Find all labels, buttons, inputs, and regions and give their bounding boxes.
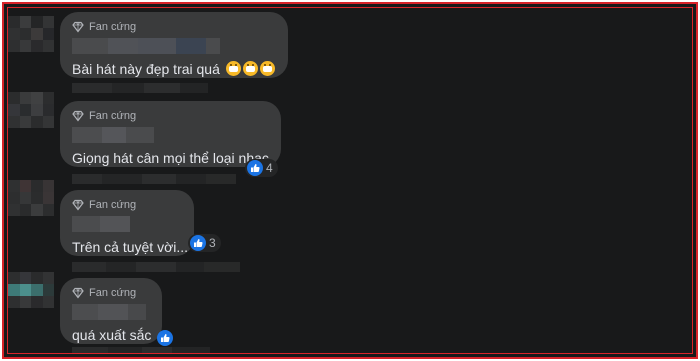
fan-badge: Fan cứng (72, 198, 182, 212)
fan-badge: Fan cứng (72, 109, 269, 123)
commenter-name[interactable] (72, 127, 269, 143)
diamond-icon (72, 199, 84, 211)
avatar[interactable] (8, 16, 54, 52)
comment-actions[interactable] (72, 83, 208, 93)
fan-badge: Fan cứng (72, 20, 276, 34)
comment-text-content: quá xuất sắc (72, 327, 152, 343)
diamond-icon (72, 110, 84, 122)
commenter-name[interactable] (72, 304, 150, 320)
fan-badge-label: Fan cứng (89, 110, 137, 122)
face-with-hand-over-mouth-emoji-icon (225, 61, 241, 76)
fan-badge: Fan cứng (72, 286, 150, 300)
comment-bubble: Fan cứng Trên cả tuyệt vời... (60, 190, 194, 256)
avatar[interactable] (8, 92, 54, 128)
comment-bubble: Fan cứng quá xuất sắc (60, 278, 174, 346)
comment-text: Trên cả tuyệt vời... (72, 238, 188, 256)
screenshot-frame: Fan cứng Bài hát này đẹp trai quá Fan cứ… (2, 2, 698, 359)
fan-badge-label: Fan cứng (89, 199, 137, 211)
diamond-icon (72, 287, 84, 299)
comments-panel: Fan cứng Bài hát này đẹp trai quá Fan cứ… (7, 7, 693, 354)
comment-bubble: Fan cứng Giọng hát cân mọi thể loại nhạc (60, 101, 281, 167)
comment-actions[interactable] (72, 262, 240, 272)
face-with-hand-over-mouth-emoji-icon (259, 61, 275, 76)
avatar[interactable] (8, 180, 54, 216)
like-icon (247, 160, 263, 176)
comment-text-content: Bài hát này đẹp trai quá (72, 61, 220, 77)
reaction-count: 4 (266, 161, 273, 175)
comment-actions[interactable] (72, 347, 210, 353)
fan-badge-label: Fan cứng (89, 21, 137, 33)
comment-text: quá xuất sắc (72, 326, 174, 346)
like-icon (190, 235, 206, 251)
comment-text-content: Giọng hát cân mọi thể loại nhạc (72, 150, 269, 166)
reaction-summary[interactable]: 4 (245, 159, 278, 177)
fan-badge-label: Fan cứng (89, 287, 137, 299)
commenter-name[interactable] (72, 216, 182, 232)
comment-bubble: Fan cứng Bài hát này đẹp trai quá (60, 12, 288, 78)
comment-text: Bài hát này đẹp trai quá (72, 60, 276, 78)
diamond-icon (72, 21, 84, 33)
comment-text: Giọng hát cân mọi thể loại nhạc (72, 149, 269, 167)
avatar[interactable] (8, 272, 54, 308)
face-with-hand-over-mouth-emoji-icon (242, 61, 258, 76)
reaction-count: 3 (209, 236, 216, 250)
like-icon (157, 330, 174, 346)
commenter-name[interactable] (72, 38, 276, 54)
comment-actions[interactable] (72, 174, 236, 184)
reaction-summary[interactable]: 3 (188, 234, 221, 252)
comment-text-content: Trên cả tuyệt vời... (72, 239, 189, 255)
